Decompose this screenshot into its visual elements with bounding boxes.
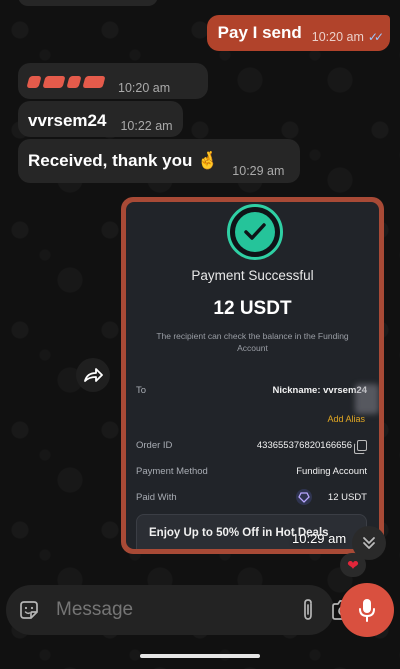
message-meta: 10:20 am ✓✓	[311, 30, 384, 44]
row-label: To	[136, 385, 147, 396]
paperclip-icon	[304, 599, 312, 620]
receipt-row-to: To Nickname: vvrsem24	[136, 385, 367, 396]
heart-icon: ❤	[347, 556, 359, 573]
checkmark-icon	[244, 223, 266, 240]
attach-button[interactable]	[301, 596, 315, 624]
row-value: 433655376820166656	[256, 440, 352, 451]
message-input[interactable]	[56, 599, 301, 621]
crossed-fingers-emoji: 🤞	[197, 151, 219, 170]
success-badge	[227, 204, 283, 260]
message-text: Received, thank you 🤞	[28, 151, 218, 171]
message-text: Pay I send	[217, 23, 302, 42]
row-value: Nickname: vvrsem24	[272, 385, 367, 396]
microphone-icon	[359, 599, 375, 622]
incoming-message[interactable]: Received, thank you 🤞 10:29 am	[18, 139, 300, 183]
message-time: 10:22 am	[120, 119, 173, 133]
message-time: 10:20 am	[118, 81, 171, 95]
forward-button[interactable]	[76, 358, 110, 392]
receipt-title: Payment Successful	[191, 268, 314, 283]
message-time: 10:29 am	[232, 164, 285, 178]
heart-reaction[interactable]: ❤	[340, 553, 366, 577]
chevron-double-down-icon	[363, 537, 375, 549]
image-message-time: 10:29 am	[292, 531, 347, 546]
sticker-button[interactable]	[18, 596, 40, 624]
receipt-amount: 12 USDT	[213, 298, 292, 319]
incoming-message-redacted[interactable]: 142 10:20 am	[18, 63, 208, 99]
row-value: Funding Account	[296, 466, 367, 477]
row-label: Paid With	[136, 491, 177, 503]
receipt-row-order-id: Order ID 433655376820166656	[136, 440, 367, 454]
redaction-scribble: 142	[26, 71, 106, 93]
message-text: vvrsem24	[28, 111, 107, 130]
receipt-note: The recipient can check the balance in t…	[156, 331, 349, 353]
row-label: Order ID	[136, 440, 173, 451]
incoming-message[interactable]: vvrsem24 10:22 am	[18, 101, 183, 137]
row-value: 12 USDT	[327, 491, 367, 503]
add-alias-link: Add Alias	[327, 414, 365, 424]
receipt-row-paid-with: Paid With 12 USDT	[136, 488, 367, 506]
message-composer	[6, 585, 354, 635]
receipt-row-method: Payment Method Funding Account	[136, 466, 367, 477]
row-label: Payment Method	[136, 466, 208, 477]
redacted-label: 142	[81, 76, 106, 90]
redaction-blur	[355, 384, 379, 414]
double-check-icon: ✓✓	[367, 30, 384, 44]
previous-message-edge	[18, 0, 158, 6]
voice-record-button[interactable]	[340, 583, 394, 637]
payment-receipt-screenshot: Payment Successful 12 USDT The recipient…	[126, 202, 379, 549]
usdt-coin-icon	[295, 489, 312, 505]
sticker-icon	[20, 601, 38, 619]
image-message[interactable]: Payment Successful 12 USDT The recipient…	[121, 197, 384, 554]
message-text-body: Received, thank you	[28, 151, 193, 170]
message-time: 10:20 am	[311, 30, 364, 44]
forward-icon	[84, 368, 103, 382]
home-indicator[interactable]	[140, 654, 260, 658]
copy-icon	[354, 440, 367, 454]
outgoing-message[interactable]: Pay I send 10:20 am ✓✓	[206, 15, 390, 51]
